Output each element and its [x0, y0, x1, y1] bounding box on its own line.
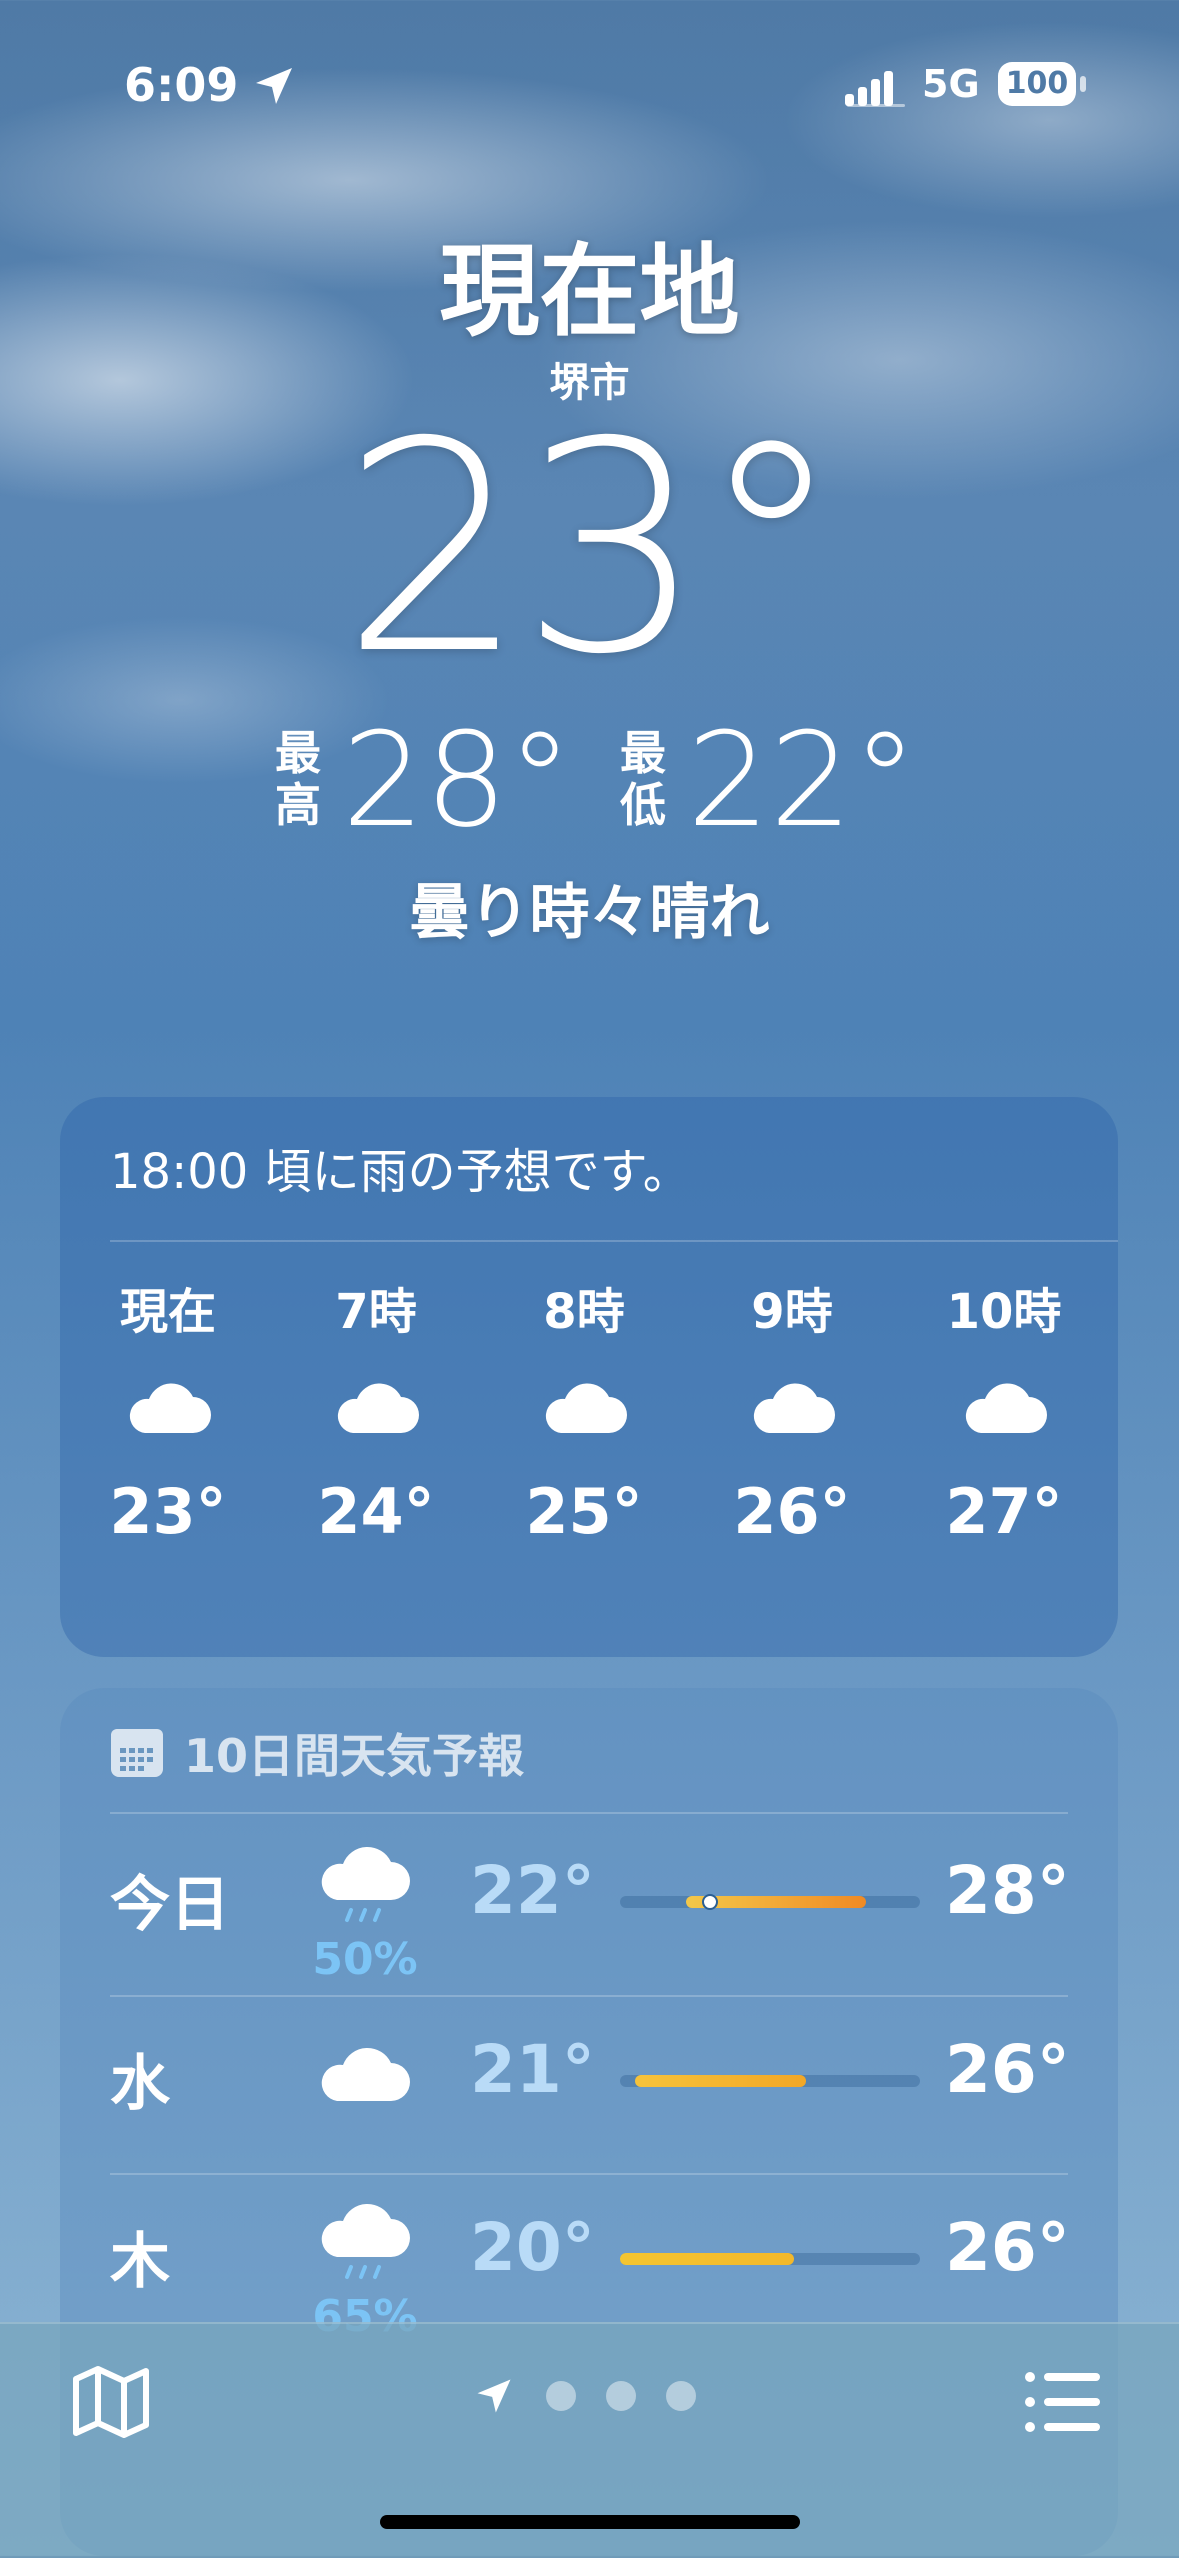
- condition-text: 曇り時々晴れ: [409, 878, 770, 948]
- cloud-rain-icon: [321, 2203, 410, 2279]
- hour-temp: 24°: [317, 1475, 435, 1548]
- calendar-icon: [111, 1729, 163, 1777]
- hour-temp: 26°: [733, 1475, 851, 1548]
- precip-chance: 50%: [312, 1934, 418, 1985]
- signal-icon: [845, 71, 905, 107]
- ten-day-header: 10日間天気予報: [110, 1723, 524, 1783]
- rain-alert-message: 18:00 頃に雨の予想です。: [110, 1144, 691, 1200]
- temp-range-fill: [620, 2253, 794, 2265]
- page-dot: [666, 2381, 696, 2411]
- daily-row[interactable]: 水 21° 26°: [60, 1995, 1118, 2173]
- high-label-text: 最高: [275, 726, 321, 832]
- page-dot: [606, 2381, 636, 2411]
- high-temp: 26°: [945, 2031, 1070, 2108]
- home-indicator: [380, 2515, 800, 2529]
- high-temp: 26°: [945, 2209, 1070, 2286]
- map-icon[interactable]: [68, 2359, 154, 2445]
- location-title: 現在地: [439, 233, 740, 350]
- high-label: 最高: [270, 727, 326, 831]
- cloud-icon: [129, 1383, 211, 1433]
- hour-item: 9時 26°: [712, 1277, 872, 1557]
- daily-divider: [110, 1812, 1068, 1814]
- current-temp-marker: [702, 1894, 718, 1910]
- cloud-rain-icon: [321, 1846, 410, 1922]
- hour-label: 7時: [335, 1284, 417, 1340]
- hourly-forecast-card[interactable]: 18:00 頃に雨の予想です。 現在 23° 7時 24° 8時 25° 9時 …: [60, 1097, 1118, 1657]
- hour-item: 7時 24°: [296, 1277, 456, 1557]
- day-label: 水: [110, 2049, 170, 2119]
- hourly-divider: [110, 1240, 1118, 1242]
- cloud-icon: [753, 1383, 835, 1433]
- cloud-icon: [545, 1383, 627, 1433]
- temp-range-fill: [635, 2075, 806, 2087]
- day-label: 木: [110, 2227, 170, 2297]
- low-temp: 20°: [470, 2209, 595, 2286]
- low-value: 22°: [687, 704, 918, 856]
- high-value: 28°: [342, 704, 573, 856]
- low-temp: 22°: [470, 1852, 595, 1929]
- cloud-icon: [965, 1383, 1047, 1433]
- hour-item: 現在 23°: [88, 1277, 248, 1557]
- temp-range-bar: [620, 2253, 920, 2265]
- hour-temp: 25°: [525, 1475, 643, 1548]
- battery-indicator: 100: [998, 62, 1076, 106]
- hour-temp: 23°: [109, 1475, 227, 1548]
- hour-item: 8時 25°: [504, 1277, 664, 1557]
- hour-label: 10時: [946, 1284, 1062, 1340]
- location-arrow-icon: [256, 68, 292, 104]
- hour-label: 9時: [751, 1284, 833, 1340]
- list-icon[interactable]: [1020, 2359, 1106, 2445]
- ten-day-title: 10日間天気予報: [184, 1729, 525, 1783]
- low-temp: 21°: [470, 2031, 595, 2108]
- high-low: 最高 28° 最低 22°: [270, 715, 970, 845]
- hour-item: 10時 27°: [924, 1277, 1084, 1557]
- battery-cap: [1080, 76, 1086, 92]
- low-label-text: 最低: [620, 726, 666, 832]
- hour-label: 8時: [543, 1284, 625, 1340]
- current-temperature: 23°: [341, 381, 843, 718]
- hour-label: 現在: [119, 1284, 216, 1340]
- status-time: 6:09: [124, 58, 239, 112]
- page-dot: [546, 2381, 576, 2411]
- temp-range-bar: [620, 1894, 920, 1910]
- cloud-icon: [337, 1383, 419, 1433]
- status-bar: 6:09 5G 100: [0, 58, 1179, 118]
- location-arrow-icon: [477, 2379, 511, 2413]
- day-label: 今日: [110, 1870, 230, 1940]
- page-indicator[interactable]: [472, 2366, 696, 2426]
- high-temp: 28°: [945, 1852, 1070, 1929]
- low-label: 最低: [615, 727, 671, 831]
- daily-row[interactable]: 今日 50% 22° 28°: [60, 1816, 1118, 1994]
- temp-range-bar: [620, 2075, 920, 2087]
- cloud-icon: [321, 2047, 410, 2101]
- hour-temp: 27°: [945, 1475, 1063, 1548]
- network-type: 5G: [922, 62, 980, 106]
